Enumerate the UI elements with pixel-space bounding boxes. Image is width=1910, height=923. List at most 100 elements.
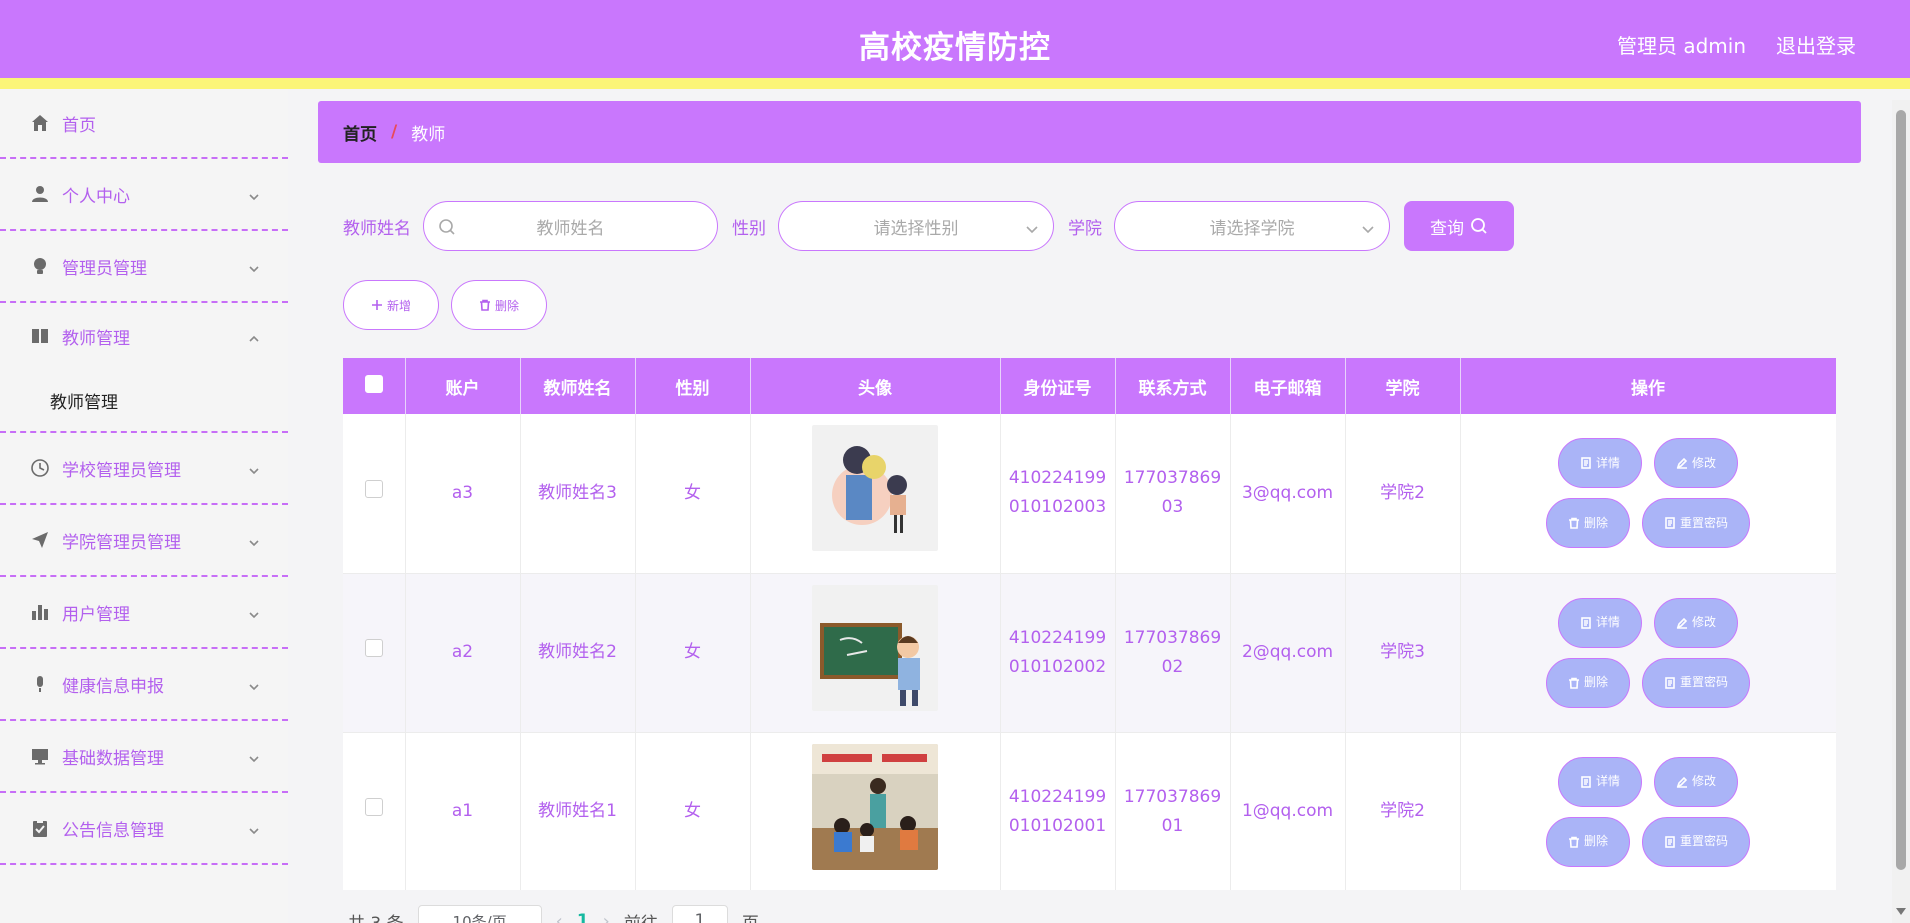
edit-label: 修改 [1691,615,1716,629]
college-cell: 学院2 [1345,414,1461,574]
account-cell: a2 [405,573,521,733]
chevron-down-icon [248,462,260,475]
chevron-down-icon [248,534,260,547]
bulk-delete-button-label: 删除 [494,298,519,313]
chevron-down-icon [1361,221,1375,235]
edit-button[interactable]: 修改 [1654,756,1738,807]
delete-label: 删除 [1583,515,1608,530]
table-row: a3 教师姓名3 女 410224199 010102003 177037869 0… [343,414,1836,574]
document-icon [1665,676,1675,689]
teacher-name-label: 教师姓名 [343,218,411,239]
sidebar-item-users[interactable]: 用户管理 [0,577,288,649]
send-icon [30,530,50,550]
row-select-cell [343,732,406,890]
chevron-down-icon [248,260,260,273]
goto-label: 前往 [624,909,658,923]
row-select-cell [343,414,406,574]
sidebar-item-label: 教师管理 [62,328,130,349]
email-cell: 2@qq.com [1230,573,1346,733]
email-cell: 1@qq.com [1230,732,1346,890]
vertical-scrollbar[interactable] [1892,100,1910,923]
teacher-name-input[interactable]: 教师姓名 [423,201,718,251]
college-label: 学院 [1068,218,1102,239]
gender-cell: 女 [635,732,751,890]
pencil-icon [1676,458,1688,470]
sidebar-item-college-admin[interactable]: 学院管理员管理 [0,505,288,577]
goto-page-input[interactable]: 1 [671,905,728,923]
sidebar-item-teacher[interactable]: 教师管理 [0,303,288,369]
table-header-row: 账户 教师姓名 性别 头像 身份证号 联系方式 电子邮箱 学院 操作 [343,358,1836,414]
clock-icon [30,458,50,478]
detail-button[interactable]: 详情 [1558,438,1642,489]
current-page[interactable]: 1 [577,911,589,923]
prev-page-icon[interactable]: ‹ [556,911,563,923]
chevron-down-icon [248,678,260,691]
next-page-icon[interactable]: › [603,911,610,923]
name-cell: 教师姓名2 [520,573,636,733]
id-number-cell: 410224199 010102003 [1000,414,1116,574]
sidebar-subitem-teacher[interactable]: 教师管理 [0,369,288,433]
trash-icon [479,299,490,311]
page-unit-label: 页 [742,909,759,923]
breadcrumb: 首页 / 教师 [318,101,1861,163]
sidebar-item-label: 管理员管理 [62,258,147,279]
user-icon [30,184,50,204]
add-button[interactable]: 新增 [343,280,439,330]
scrollbar-thumb[interactable] [1896,110,1906,870]
breadcrumb-home[interactable]: 首页 [343,120,377,145]
delete-button[interactable]: 删除 [1546,657,1630,708]
ops-cell: 详情 修改 删除 重置密码 [1460,414,1836,574]
reset-password-button[interactable]: 重置密码 [1642,657,1750,708]
sidebar-item-notice[interactable]: 公告信息管理 [0,793,288,865]
row-select-cell [343,573,406,733]
gender-cell: 女 [635,573,751,733]
reset-password-button[interactable]: 重置密码 [1642,816,1750,867]
edit-button[interactable]: 修改 [1654,597,1738,648]
table-row: a1 教师姓名1 女 410224199 010102001 177037869 0… [343,732,1836,890]
edit-button[interactable]: 修改 [1654,438,1738,489]
phone-cell: 177037869 03 [1115,414,1231,574]
phone-line: 177037869 [1123,627,1222,648]
sidebar-item-profile[interactable]: 个人中心 [0,159,288,231]
scroll-down-icon[interactable] [1896,908,1906,915]
phone-cell: 177037869 01 [1115,732,1231,890]
delete-button[interactable]: 删除 [1546,816,1630,867]
delete-button[interactable]: 删除 [1546,498,1630,549]
column-header: 电子邮箱 [1230,358,1346,414]
bulk-delete-button[interactable]: 删除 [451,280,547,330]
monitor-icon [30,746,50,766]
gender-select[interactable]: 请选择性别 [778,201,1054,251]
detail-label: 详情 [1595,615,1620,629]
phone-line: 03 [1161,497,1184,518]
sidebar-item-label: 学院管理员管理 [62,532,181,553]
page-size-select[interactable]: 10条/页 [417,905,542,923]
column-header: 账户 [405,358,521,414]
breadcrumb-current: 教师 [411,124,446,145]
sidebar-item-admin[interactable]: 管理员管理 [0,231,288,303]
table-row: a2 教师姓名2 女 410224199 010102002 177037869 0… [343,573,1836,733]
sidebar-item-health[interactable]: 健康信息申报 [0,649,288,721]
search-button[interactable]: 查询 [1404,201,1514,251]
add-button-label: 新增 [386,298,411,313]
delete-label: 删除 [1583,675,1608,689]
avatar-cell [750,732,1001,890]
detail-button[interactable]: 详情 [1558,597,1642,648]
logout-button[interactable]: 退出登录 [1776,30,1856,59]
row-checkbox[interactable] [364,798,383,816]
ops-cell: 详情 修改 删除 重置密码 [1460,573,1836,733]
row-checkbox[interactable] [364,479,383,498]
avatar [812,425,938,552]
select-all-checkbox[interactable] [364,374,383,393]
chevron-down-icon [248,188,260,201]
row-checkbox[interactable] [364,639,383,657]
college-select[interactable]: 请选择学院 [1114,201,1390,251]
reset-password-button[interactable]: 重置密码 [1642,498,1750,549]
pagination: 共 3 条 10条/页 ‹ 1 › 前往 1 页 [348,905,759,923]
sidebar-item-label: 学校管理员管理 [62,460,181,481]
sidebar-item-school-admin[interactable]: 学校管理员管理 [0,433,288,505]
sidebar-item-home[interactable]: 首页 [0,89,288,159]
detail-button[interactable]: 详情 [1558,756,1642,807]
sidebar-item-basic-data[interactable]: 基础数据管理 [0,721,288,793]
phone-line: 02 [1161,656,1184,677]
plus-icon [371,300,382,310]
